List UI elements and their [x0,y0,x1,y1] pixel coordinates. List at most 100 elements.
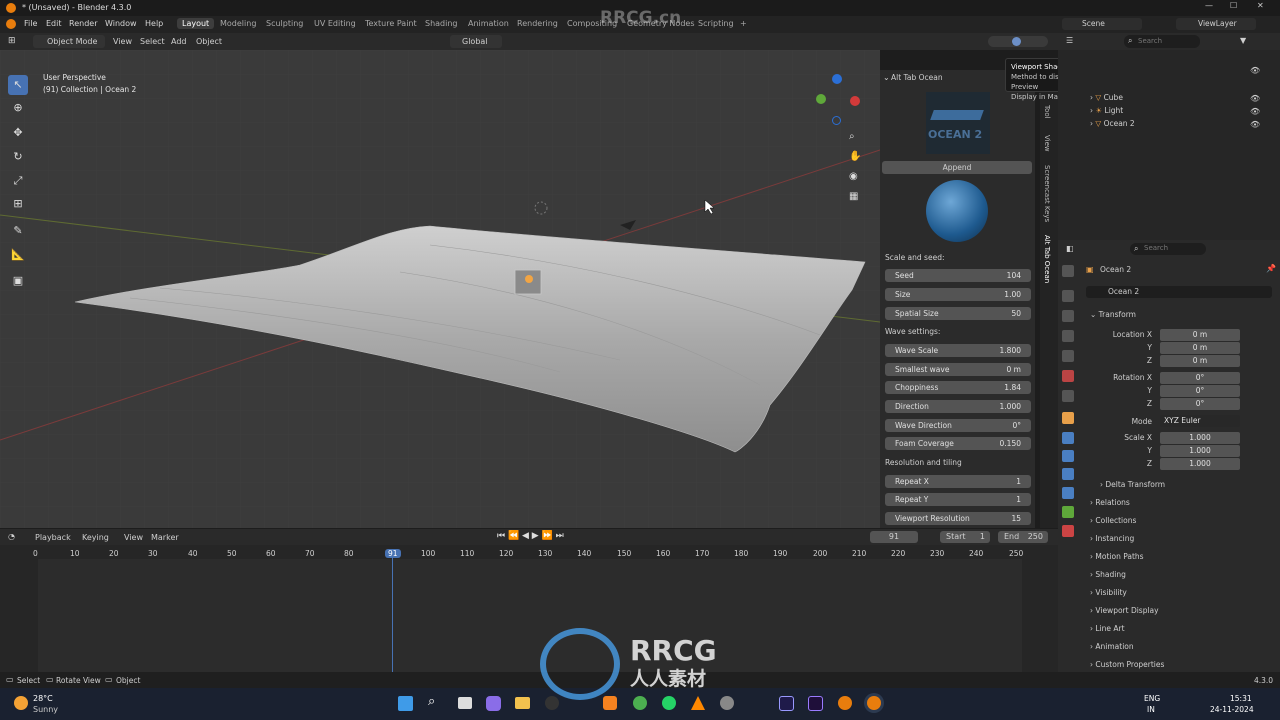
3d-viewport[interactable]: User Perspective (91) Collection | Ocean… [0,50,880,528]
tab-screencast-keys[interactable]: Screencast Keys [1043,165,1051,222]
github-icon[interactable] [545,696,559,710]
viewport-shading-buttons[interactable] [988,36,1048,47]
start-button-icon[interactable] [398,696,413,711]
camera-view-icon[interactable]: ◉ [849,171,858,182]
menu-window[interactable]: Window [105,19,137,28]
outliner-item-cube[interactable]: › ▽ Cube [1090,93,1123,102]
gizmo-neg-z-icon[interactable] [832,116,841,125]
tab-tool[interactable]: Tool [1043,105,1051,119]
repeat-y-field[interactable]: Repeat Y 1 [885,493,1031,506]
view-layer-properties-icon[interactable] [1062,330,1074,342]
outliner-editor-icon[interactable]: ☰ [1066,36,1073,45]
editor-type-icon[interactable]: ⊞ [8,36,16,46]
panel-collapse-icon[interactable]: ⌄ [883,73,890,82]
whatsapp-icon[interactable] [662,696,676,710]
section-custom-properties[interactable]: › Custom Properties [1090,660,1164,669]
section-visibility[interactable]: › Visibility [1090,588,1127,597]
section-shading[interactable]: › Shading [1090,570,1126,579]
scale-z-field[interactable]: 1.000 [1160,458,1240,470]
constraints-properties-icon[interactable] [1062,487,1074,499]
rotation-z-field[interactable]: 0° [1160,398,1240,410]
tab-sculpting[interactable]: Sculpting [266,19,303,28]
foam-coverage-field[interactable]: Foam Coverage 0.150 [885,437,1031,450]
size-field[interactable]: Size 1.00 [885,288,1031,301]
filter-icon[interactable]: ▼ [1240,36,1246,45]
section-collections[interactable]: › Collections [1090,516,1136,525]
section-line-art[interactable]: › Line Art [1090,624,1125,633]
menu-edit[interactable]: Edit [46,19,62,28]
scale-x-field[interactable]: 1.000 [1160,432,1240,444]
collection-properties-icon[interactable] [1062,390,1074,402]
visibility-eye-icon[interactable]: 👁 [1250,66,1260,75]
expand-icon[interactable]: › [1090,106,1093,115]
timeline-area[interactable] [0,545,1058,672]
repeat-x-field[interactable]: Repeat X 1 [885,475,1031,488]
output-properties-icon[interactable] [1062,310,1074,322]
vlc-icon[interactable] [691,696,705,710]
annotate-tool-icon[interactable]: ✎ [8,221,28,241]
language-indicator[interactable]: ENG [1144,694,1160,703]
section-animation[interactable]: › Animation [1090,642,1134,651]
tab-animation[interactable]: Animation [468,19,509,28]
properties-editor-icon[interactable]: ◧ [1066,244,1074,253]
tab-modeling[interactable]: Modeling [220,19,256,28]
section-relations[interactable]: › Relations [1090,498,1130,507]
location-z-field[interactable]: 0 m [1160,355,1240,367]
gizmo-x-icon[interactable] [850,96,860,106]
object-properties-icon[interactable] [1062,412,1074,424]
section-instancing[interactable]: › Instancing [1090,534,1134,543]
visibility-eye-icon[interactable]: 👁 [1250,94,1260,103]
material-preview-icon[interactable] [1012,37,1021,46]
object-mode-dropdown[interactable]: Object Mode ⌄ [33,35,105,59]
delta-transform-section[interactable]: › Delta Transform [1100,480,1165,489]
rotation-x-field[interactable]: 0° [1160,372,1240,384]
after-effects-icon[interactable] [779,696,794,711]
view-layer-selector[interactable]: ViewLayer [1176,18,1256,30]
gizmo-y-icon[interactable] [816,94,826,104]
chrome-icon[interactable] [633,696,647,710]
davinci-icon[interactable] [720,696,734,710]
clock-time[interactable]: 15:31 [1230,694,1252,703]
playhead-line[interactable] [392,555,393,672]
move-tool-icon[interactable]: ✥ [8,123,28,143]
close-button[interactable]: ✕ [1257,1,1264,10]
tab-scripting[interactable]: Scripting [698,19,734,28]
rotation-y-field[interactable]: 0° [1160,385,1240,397]
wave-direction-field[interactable]: Wave Direction 0° [885,419,1031,432]
timeline-menu-view[interactable]: View [124,533,143,542]
wave-scale-field[interactable]: Wave Scale 1.800 [885,344,1031,357]
direction-field[interactable]: Direction 1.000 [885,400,1031,413]
timeline-menu-playback[interactable]: Playback [35,533,71,542]
select-tool-icon[interactable]: ↖ [8,75,28,95]
append-button[interactable]: Append [882,161,1032,174]
end-frame-field[interactable]: End 250 [998,531,1048,543]
search-icon[interactable]: ⌕ [428,694,435,709]
transform-panel-header[interactable]: ⌄ Transform [1090,310,1136,319]
current-frame-marker[interactable]: 91 [385,549,401,558]
orthographic-toggle-icon[interactable]: ▦ [849,191,858,202]
task-view-icon[interactable] [458,697,472,709]
tab-view[interactable]: View [1043,135,1051,152]
menu-help[interactable]: Help [145,19,163,28]
gizmo-z-icon[interactable] [832,74,842,84]
transform-tool-icon[interactable]: ⊞ [8,194,28,214]
tab-rendering[interactable]: Rendering [517,19,558,28]
playback-controls[interactable]: ⏮ ⏪ ◀ ▶ ⏩ ⏭ [497,531,564,541]
rotation-mode-dropdown[interactable]: XYZ Euler [1160,415,1240,427]
menu-render[interactable]: Render [69,19,97,28]
tab-layout[interactable]: Layout [177,18,215,29]
location-y-field[interactable]: 0 m [1160,342,1240,354]
particles-properties-icon[interactable] [1062,450,1074,462]
current-frame-field[interactable]: 91 [870,531,918,543]
scale-tool-icon[interactable]: ⤢ [8,171,28,191]
blender-taskbar-icon[interactable] [838,696,852,710]
visibility-eye-icon[interactable]: 👁 [1250,107,1260,116]
spatial-size-field[interactable]: Spatial Size 50 [885,307,1031,320]
tab-shading[interactable]: Shading [425,19,458,28]
timeline-editor-icon[interactable]: ◔ [8,532,15,541]
premiere-icon[interactable] [808,696,823,711]
material-properties-icon[interactable] [1062,525,1074,537]
navigation-gizmo[interactable] [810,72,866,128]
viewport-menu-select[interactable]: Select [140,37,165,46]
expand-icon[interactable]: › [1090,119,1093,128]
